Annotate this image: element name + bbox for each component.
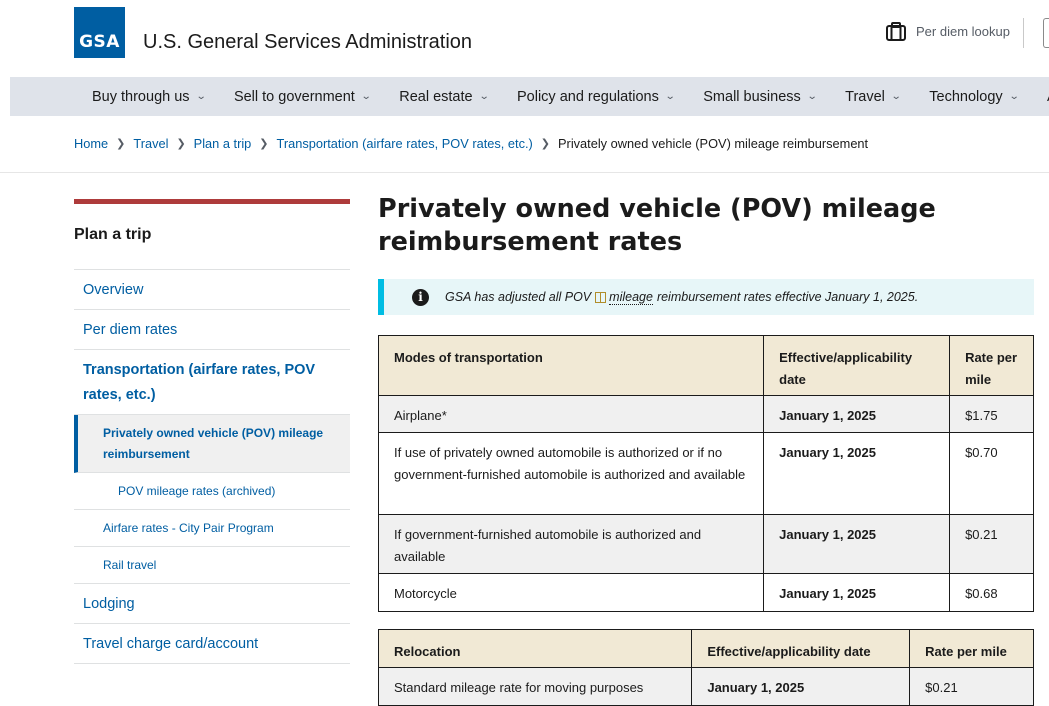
date-cell: January 1, 2025 <box>763 432 951 515</box>
column-header: Rate per mile <box>949 335 1034 396</box>
chevron-down-icon: ⌄ <box>890 91 902 102</box>
site-header: GSA U.S. General Services Administration… <box>0 0 1049 77</box>
main-navigation: Buy through us ⌄ Sell to government ⌄ Real… <box>10 77 1049 116</box>
table-row: If use of privately owned automobile is … <box>377 432 1034 515</box>
date-cell: January 1, 2025 <box>763 514 951 574</box>
date-cell: January 1, 2025 <box>763 573 951 612</box>
relocation-rates-table: Relocation Effective/applicability date … <box>377 629 1034 706</box>
alert-text-suffix: reimbursement rates effective January 1,… <box>656 290 919 304</box>
rate-cell: $0.68 <box>949 573 1034 612</box>
info-icon: i <box>412 288 429 306</box>
column-header: Effective/applicability date <box>763 335 951 396</box>
nav-item-small-business[interactable]: Small business ⌄ <box>703 88 818 105</box>
agency-name[interactable]: U.S. General Services Administration <box>143 31 472 54</box>
header-divider <box>1023 18 1024 48</box>
sidebar-item-overview[interactable]: Overview <box>74 270 350 310</box>
breadcrumb: Home ❯ Travel ❯ Plan a trip ❯ Transporta… <box>74 136 868 151</box>
sidebar-nav: Plan a trip Overview Per diem rates Tran… <box>74 199 350 664</box>
per-diem-lookup-link[interactable]: Per diem lookup <box>886 22 1010 41</box>
mode-cell: If government-furnished automobile is au… <box>377 514 765 574</box>
sidebar-item-travel-charge-card[interactable]: Travel charge card/account <box>74 624 350 664</box>
table-row: Motorcycle January 1, 2025 $0.68 <box>377 573 1034 612</box>
nav-item-real-estate[interactable]: Real estate ⌄ <box>399 88 490 105</box>
per-diem-lookup-label: Per diem lookup <box>916 24 1010 39</box>
chevron-down-icon: ⌄ <box>360 91 372 102</box>
sidebar-item-airfare-rates[interactable]: Airfare rates - City Pair Program <box>74 510 350 547</box>
rate-cell: $0.70 <box>949 432 1034 515</box>
rate-cell: $0.21 <box>949 514 1034 574</box>
sidebar-item-lodging[interactable]: Lodging <box>74 584 350 624</box>
sidebar-item-pov-mileage-reimbursement[interactable]: Privately owned vehicle (POV) mileage re… <box>74 415 350 473</box>
breadcrumb-travel[interactable]: Travel <box>133 136 168 151</box>
nav-item-travel[interactable]: Travel ⌄ <box>845 88 902 105</box>
breadcrumb-separator-icon: ❯ <box>540 138 551 150</box>
sidebar-item-rail-travel[interactable]: Rail travel <box>74 547 350 584</box>
transportation-rates-table: Modes of transportation Effective/applic… <box>377 335 1034 612</box>
sidebar-item-per-diem-rates[interactable]: Per diem rates <box>74 310 350 350</box>
nav-item-label: Sell to government <box>233 88 355 105</box>
column-header: Modes of transportation <box>377 335 765 396</box>
column-header: Rate per mile <box>909 629 1034 668</box>
page-title: Privately owned vehicle (POV) mileage re… <box>378 194 936 257</box>
breadcrumb-transportation[interactable]: Transportation (airfare rates, POV rates… <box>277 136 533 151</box>
nav-item-label: Small business <box>703 88 801 105</box>
sidebar-item-pov-mileage-archived[interactable]: POV mileage rates (archived) <box>74 473 350 510</box>
gsa-logo[interactable]: GSA <box>74 7 125 58</box>
chevron-down-icon: ⌄ <box>806 91 818 102</box>
info-alert: i GSA has adjusted all POV mileage reimb… <box>378 279 1034 315</box>
alert-text-prefix: GSA has adjusted all POV <box>445 290 592 304</box>
breadcrumb-home[interactable]: Home <box>74 136 108 151</box>
chevron-down-icon: ⌄ <box>478 91 490 102</box>
breadcrumb-plan-a-trip[interactable]: Plan a trip <box>194 136 252 151</box>
divider <box>0 172 1049 173</box>
nav-item-label: Policy and regulations <box>516 88 659 105</box>
breadcrumb-current: Privately owned vehicle (POV) mileage re… <box>558 136 869 151</box>
nav-item-technology[interactable]: Technology ⌄ <box>929 88 1020 105</box>
mode-cell: If use of privately owned automobile is … <box>377 432 765 515</box>
search-field-edge[interactable] <box>1043 18 1049 48</box>
nav-item-label: Travel <box>845 88 885 105</box>
sidebar-item-transportation[interactable]: Transportation (airfare rates, POV rates… <box>74 350 350 415</box>
table-row: Airplane* January 1, 2025 $1.75 <box>377 395 1034 433</box>
column-header: Effective/applicability date <box>691 629 911 668</box>
chevron-down-icon: ⌄ <box>664 91 676 102</box>
nav-item-label: Technology <box>929 88 1003 105</box>
mode-cell: Motorcycle <box>377 573 765 612</box>
glossary-book-icon <box>595 291 607 303</box>
nav-item-buy-through-us[interactable]: Buy through us ⌄ <box>92 88 207 105</box>
nav-item-policy-and-regulations[interactable]: Policy and regulations ⌄ <box>516 88 676 105</box>
chevron-down-icon: ⌄ <box>1008 91 1020 102</box>
mode-cell: Airplane* <box>377 395 765 433</box>
date-cell: January 1, 2025 <box>763 395 951 433</box>
main-content: Privately owned vehicle (POV) mileage re… <box>377 193 1034 706</box>
alert-message: GSA has adjusted all POV mileage reimbur… <box>445 290 918 305</box>
glossary-term-mileage[interactable]: mileage <box>609 290 653 305</box>
table-row: If government-furnished automobile is au… <box>377 514 1034 574</box>
suitcase-icon <box>886 22 906 41</box>
sidebar-title: Plan a trip <box>74 204 350 270</box>
breadcrumb-separator-icon: ❯ <box>116 138 126 150</box>
chevron-down-icon: ⌄ <box>195 91 207 102</box>
nav-item-label: Real estate <box>399 88 473 105</box>
rate-cell: $1.75 <box>949 395 1034 433</box>
column-header: Relocation <box>377 629 693 668</box>
nav-item-label: Buy through us <box>92 88 190 105</box>
breadcrumb-separator-icon: ❯ <box>259 138 269 150</box>
breadcrumb-separator-icon: ❯ <box>176 138 186 150</box>
nav-item-sell-to-government[interactable]: Sell to government ⌄ <box>233 88 372 105</box>
